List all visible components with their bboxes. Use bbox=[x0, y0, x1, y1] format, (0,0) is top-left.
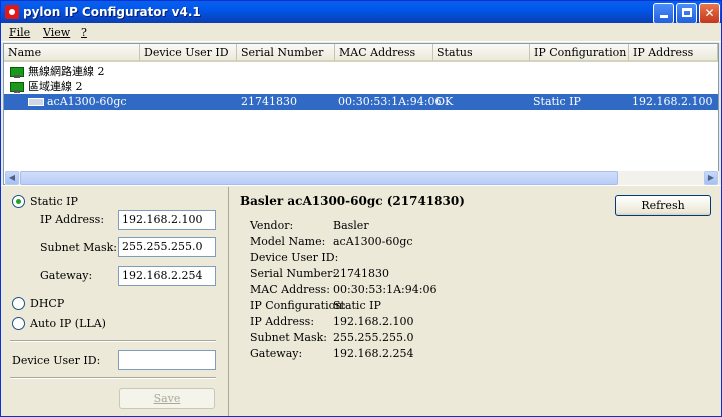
detail-value: 21741830 bbox=[333, 267, 389, 280]
ip-config-panel: Static IP IP Address: 192.168.2.100 Subn… bbox=[1, 187, 229, 416]
network-group-row[interactable]: 區域連線 2 bbox=[4, 79, 718, 95]
network-group-name: 無線網路連線 2 bbox=[28, 65, 105, 78]
detail-value: 192.168.2.254 bbox=[333, 347, 414, 360]
network-adapter-icon bbox=[10, 67, 24, 78]
menu-file-label: File bbox=[9, 26, 31, 39]
column-header-mac-address[interactable]: MAC Address bbox=[335, 44, 433, 62]
device-status: OK bbox=[436, 95, 454, 108]
device-details-panel: Basler acA1300-60gc (21741830) Refresh V… bbox=[230, 187, 721, 416]
detail-key: Vendor: bbox=[250, 219, 294, 232]
detail-value: acA1300-60gc bbox=[333, 235, 413, 248]
detail-key: IP Address: bbox=[250, 315, 315, 328]
minimize-button[interactable] bbox=[653, 3, 674, 24]
detail-key: Device User ID: bbox=[250, 251, 339, 264]
auto-ip-radio[interactable] bbox=[12, 317, 25, 330]
refresh-button-label: Refresh bbox=[641, 199, 685, 212]
detail-value: 255.255.255.0 bbox=[333, 331, 414, 344]
detail-key: Subnet Mask: bbox=[250, 331, 328, 344]
maximize-button[interactable] bbox=[676, 3, 697, 24]
static-ip-radio[interactable] bbox=[12, 195, 25, 208]
scroll-right-icon[interactable]: ▶ bbox=[704, 171, 718, 185]
menu-file[interactable]: File bbox=[9, 26, 30, 39]
detail-key: IP Configuration: bbox=[250, 299, 346, 312]
device-ip-config: Static IP bbox=[533, 95, 581, 108]
detail-value: Basler bbox=[333, 219, 369, 232]
ip-address-input[interactable]: 192.168.2.100 bbox=[118, 210, 216, 230]
title-bar[interactable]: pylon IP Configurator v4.1 ✕ bbox=[1, 1, 721, 24]
detail-key: Serial Number: bbox=[250, 267, 337, 280]
menu-help-label: ? bbox=[81, 26, 87, 39]
device-name: acA1300-60gc bbox=[47, 95, 127, 108]
column-header-ip-configuration[interactable]: IP Configuration bbox=[530, 44, 629, 62]
detail-key: Model Name: bbox=[250, 235, 326, 248]
pylon-app-icon[interactable] bbox=[5, 5, 19, 19]
static-ip-label: Static IP bbox=[30, 195, 78, 208]
scroll-left-icon[interactable]: ◀ bbox=[5, 171, 19, 185]
device-user-id-input[interactable] bbox=[118, 350, 216, 370]
gateway-input[interactable]: 192.168.2.254 bbox=[118, 266, 216, 286]
camera-icon bbox=[28, 98, 44, 106]
ip-address-label: IP Address: bbox=[40, 213, 105, 226]
menu-view[interactable]: View bbox=[43, 26, 70, 39]
detail-value: 00:30:53:1A:94:06 bbox=[333, 283, 437, 296]
network-group-row[interactable]: 無線網路連線 2 bbox=[4, 64, 718, 80]
minimize-icon bbox=[659, 15, 668, 18]
device-serial: 21741830 bbox=[241, 95, 297, 108]
device-row[interactable]: acA1300-60gc 21741830 00:30:53:1A:94:06 … bbox=[4, 94, 718, 110]
dhcp-radio[interactable] bbox=[12, 297, 25, 310]
detail-value: 192.168.2.100 bbox=[333, 315, 414, 328]
refresh-button[interactable]: Refresh bbox=[615, 195, 711, 216]
detail-key: MAC Address: bbox=[250, 283, 330, 296]
dhcp-label: DHCP bbox=[30, 297, 65, 310]
detail-value: Static IP bbox=[333, 299, 381, 312]
network-adapter-icon bbox=[10, 82, 24, 93]
detail-key: Gateway: bbox=[250, 347, 303, 360]
separator bbox=[10, 377, 216, 379]
scrollbar-thumb[interactable] bbox=[20, 171, 618, 185]
window-title: pylon IP Configurator v4.1 bbox=[23, 5, 201, 19]
auto-ip-label: Auto IP (LLA) bbox=[30, 317, 106, 330]
app-window: pylon IP Configurator v4.1 ✕ File View ?… bbox=[0, 0, 722, 417]
save-button[interactable]: Save bbox=[119, 388, 215, 409]
maximize-icon bbox=[681, 8, 692, 17]
device-ip-address: 192.168.2.100 bbox=[632, 95, 713, 108]
column-header-status[interactable]: Status bbox=[433, 44, 530, 62]
gateway-label: Gateway: bbox=[40, 269, 93, 282]
horizontal-scrollbar[interactable]: ◀ ▶ bbox=[5, 171, 719, 185]
device-details-title: Basler acA1300-60gc (21741830) bbox=[240, 194, 465, 208]
column-header-ip-address[interactable]: IP Address bbox=[629, 44, 718, 62]
menu-help[interactable]: ? bbox=[81, 26, 87, 39]
separator bbox=[10, 340, 216, 342]
close-icon: ✕ bbox=[704, 6, 715, 20]
device-mac: 00:30:53:1A:94:06 bbox=[338, 95, 442, 108]
menu-bar: File View ? bbox=[1, 23, 721, 42]
device-list[interactable]: Name Device User ID Serial Number MAC Ad… bbox=[3, 43, 719, 185]
save-button-label: Save bbox=[153, 392, 181, 405]
close-button[interactable]: ✕ bbox=[699, 3, 720, 24]
column-header-serial-number[interactable]: Serial Number bbox=[237, 44, 335, 62]
column-header-device-user-id[interactable]: Device User ID bbox=[140, 44, 237, 62]
subnet-mask-label: Subnet Mask: bbox=[40, 241, 118, 254]
subnet-mask-input[interactable]: 255.255.255.0 bbox=[118, 237, 216, 257]
device-user-id-label: Device User ID: bbox=[12, 354, 101, 367]
column-header-name[interactable]: Name bbox=[4, 44, 140, 62]
menu-view-label: View bbox=[43, 26, 71, 39]
network-group-name: 區域連線 2 bbox=[28, 80, 83, 93]
